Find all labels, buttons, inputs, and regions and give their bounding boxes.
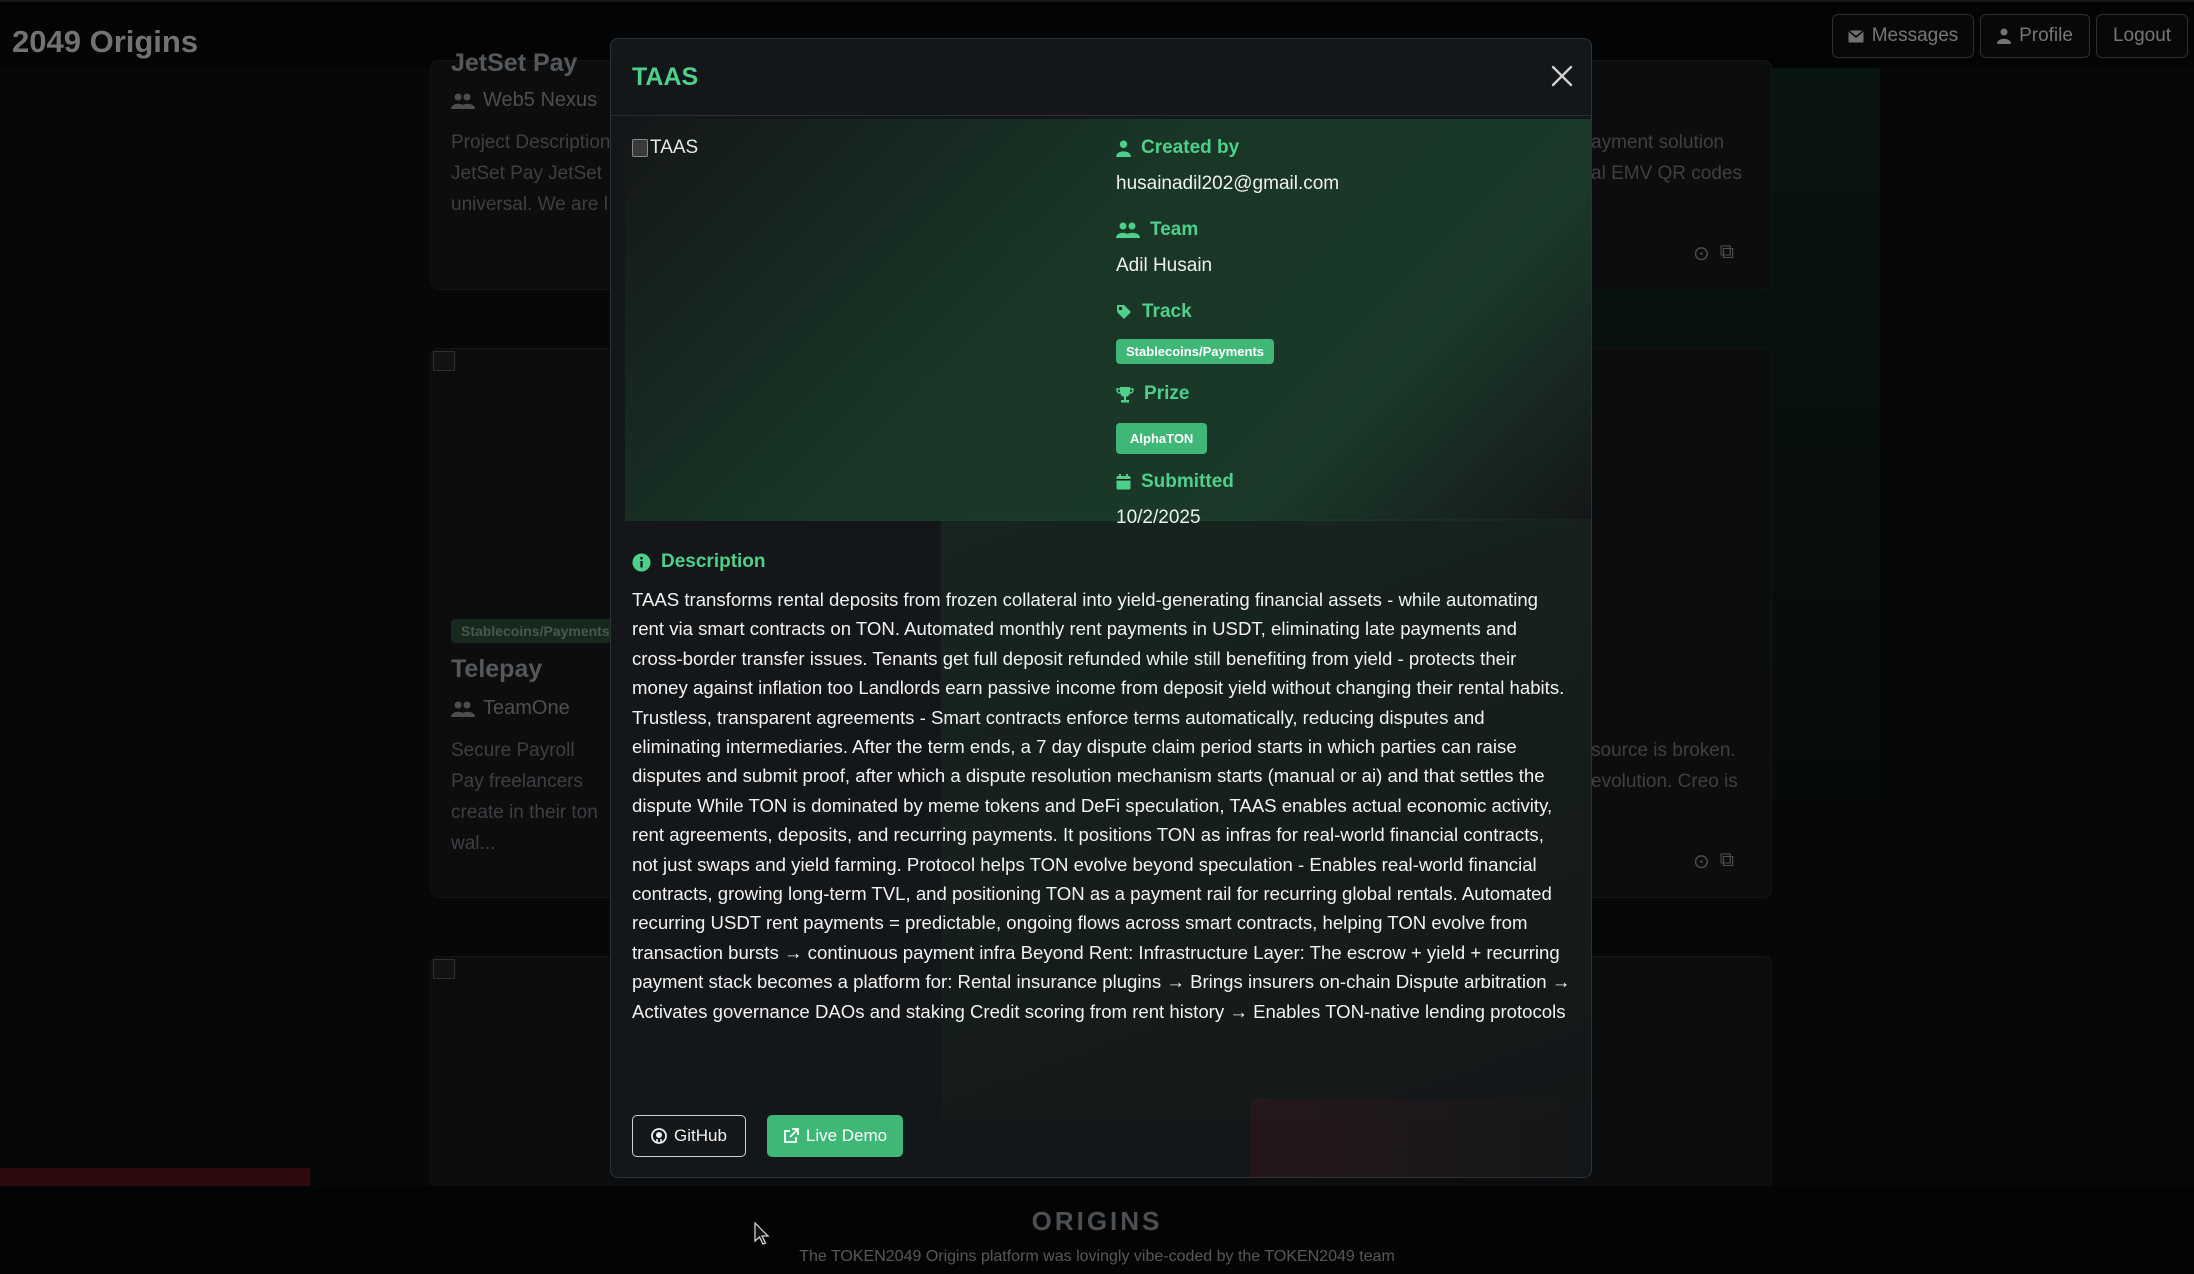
submitted-value: 10/2/2025 xyxy=(1116,507,1201,528)
info-icon xyxy=(632,553,651,571)
track-label: Track xyxy=(1116,301,1192,323)
mouse-cursor-icon xyxy=(754,1222,770,1245)
prize-badge: AlphaTON xyxy=(1116,423,1208,454)
github-label: GitHub xyxy=(674,1126,727,1145)
modal-glow xyxy=(625,119,1591,521)
github-button[interactable]: GitHub xyxy=(632,1115,746,1157)
live-demo-label: Live Demo xyxy=(805,1126,888,1145)
description-label: Description xyxy=(632,551,766,573)
created-by-label-text: Created by xyxy=(1141,137,1240,158)
team-label: Team xyxy=(1116,219,1198,241)
modal-glow-red xyxy=(1251,1099,1581,1177)
broken-image-icon xyxy=(632,139,648,157)
project-description: TAAS transforms rental deposits from fro… xyxy=(632,589,1571,1022)
project-image-alt: TAAS xyxy=(650,137,699,158)
close-button[interactable] xyxy=(1547,61,1577,91)
track-label-text: Track xyxy=(1142,301,1192,322)
github-icon xyxy=(651,1128,667,1144)
project-image: TAAS xyxy=(632,137,698,159)
team-value: Adil Husain xyxy=(1116,255,1213,276)
description-label-text: Description xyxy=(661,551,766,572)
prize-label-text: Prize xyxy=(1144,383,1190,404)
project-detail-modal: TAAS TAAS Created by husainadil202@gmail… xyxy=(610,38,1592,1178)
users-icon xyxy=(1116,222,1140,238)
created-by-label: Created by xyxy=(1116,137,1239,159)
tag-icon xyxy=(1117,305,1131,319)
user-icon xyxy=(1116,140,1131,157)
close-icon xyxy=(1551,65,1573,87)
calendar-icon xyxy=(1116,474,1131,490)
trophy-icon xyxy=(1116,386,1134,402)
track-badge: Stablecoins/Payments xyxy=(1116,339,1274,364)
submitted-label-text: Submitted xyxy=(1141,471,1234,492)
created-by-value: husainadil202@gmail.com xyxy=(1116,173,1340,194)
modal-header: TAAS xyxy=(611,39,1591,116)
live-demo-button[interactable]: Live Demo xyxy=(767,1115,903,1157)
modal-title: TAAS xyxy=(632,63,699,91)
prize-label: Prize xyxy=(1116,383,1189,405)
external-link-icon xyxy=(783,1128,799,1143)
team-label-text: Team xyxy=(1150,219,1199,240)
submitted-label: Submitted xyxy=(1116,471,1234,493)
